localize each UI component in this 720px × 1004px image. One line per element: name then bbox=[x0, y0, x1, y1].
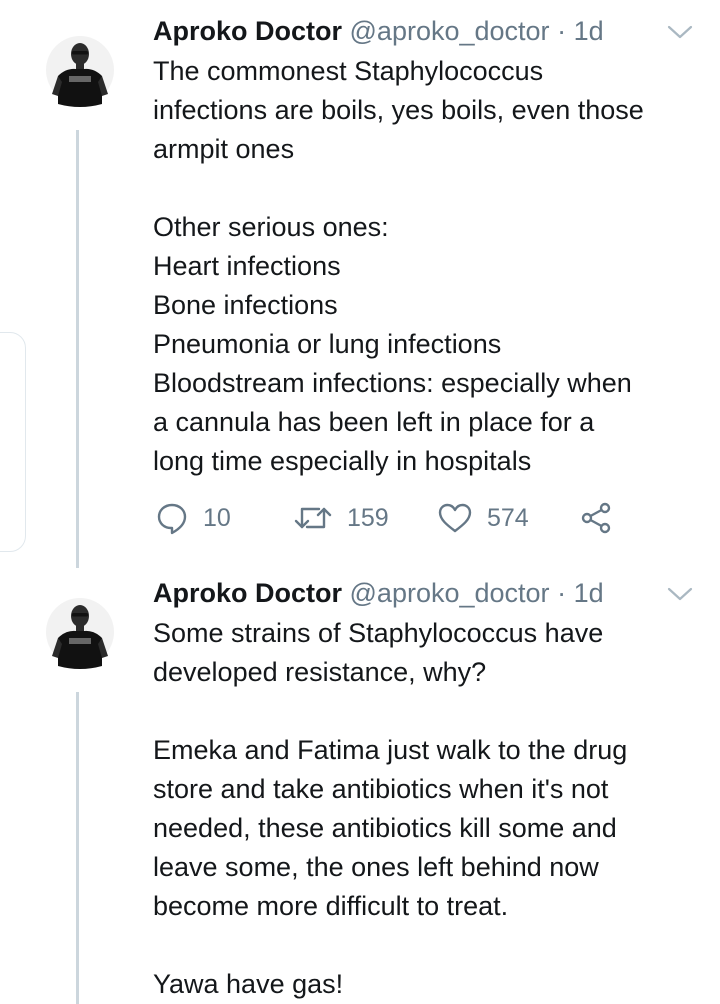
timestamp[interactable]: 1d bbox=[574, 16, 604, 46]
retweet-button[interactable]: 159 bbox=[293, 498, 389, 538]
reply-button[interactable]: 10 bbox=[155, 498, 231, 538]
tweet-header: Aproko Doctor @aproko_doctor · 1d bbox=[153, 14, 693, 50]
like-icon bbox=[438, 503, 472, 533]
avatar[interactable] bbox=[44, 14, 116, 126]
retweet-icon bbox=[294, 507, 332, 529]
share-icon bbox=[581, 502, 611, 534]
avatar[interactable] bbox=[44, 576, 116, 688]
author-name[interactable]: Aproko Doctor bbox=[153, 578, 342, 608]
separator-dot: · bbox=[557, 578, 567, 608]
separator-dot: · bbox=[557, 16, 567, 46]
timestamp[interactable]: 1d bbox=[574, 578, 604, 608]
thread-connector-line bbox=[76, 692, 79, 1004]
side-panel-tab[interactable] bbox=[0, 332, 26, 552]
reply-icon bbox=[157, 503, 187, 535]
author-handle[interactable]: @aproko_doctor bbox=[350, 16, 550, 46]
profile-photo-icon bbox=[46, 36, 114, 107]
reply-count: 10 bbox=[203, 503, 231, 532]
share-button[interactable] bbox=[579, 498, 613, 538]
author-handle[interactable]: @aproko_doctor bbox=[350, 578, 550, 608]
chevron-down-icon[interactable] bbox=[666, 584, 694, 604]
author-name[interactable]: Aproko Doctor bbox=[153, 16, 342, 46]
tweet-actions: 10 159 574 bbox=[155, 498, 635, 538]
retweet-count: 159 bbox=[347, 503, 389, 532]
thread-connector-line bbox=[76, 130, 79, 568]
tweet-header: Aproko Doctor @aproko_doctor · 1d bbox=[153, 576, 693, 612]
chevron-down-icon[interactable] bbox=[666, 22, 694, 42]
profile-photo-icon bbox=[46, 598, 114, 669]
like-count: 574 bbox=[487, 503, 529, 532]
tweet-text: The commonest Staphylococcus infections … bbox=[153, 56, 644, 476]
tweet-text: Some strains of Staphylococcus have deve… bbox=[153, 618, 628, 999]
like-button[interactable]: 574 bbox=[437, 498, 529, 538]
